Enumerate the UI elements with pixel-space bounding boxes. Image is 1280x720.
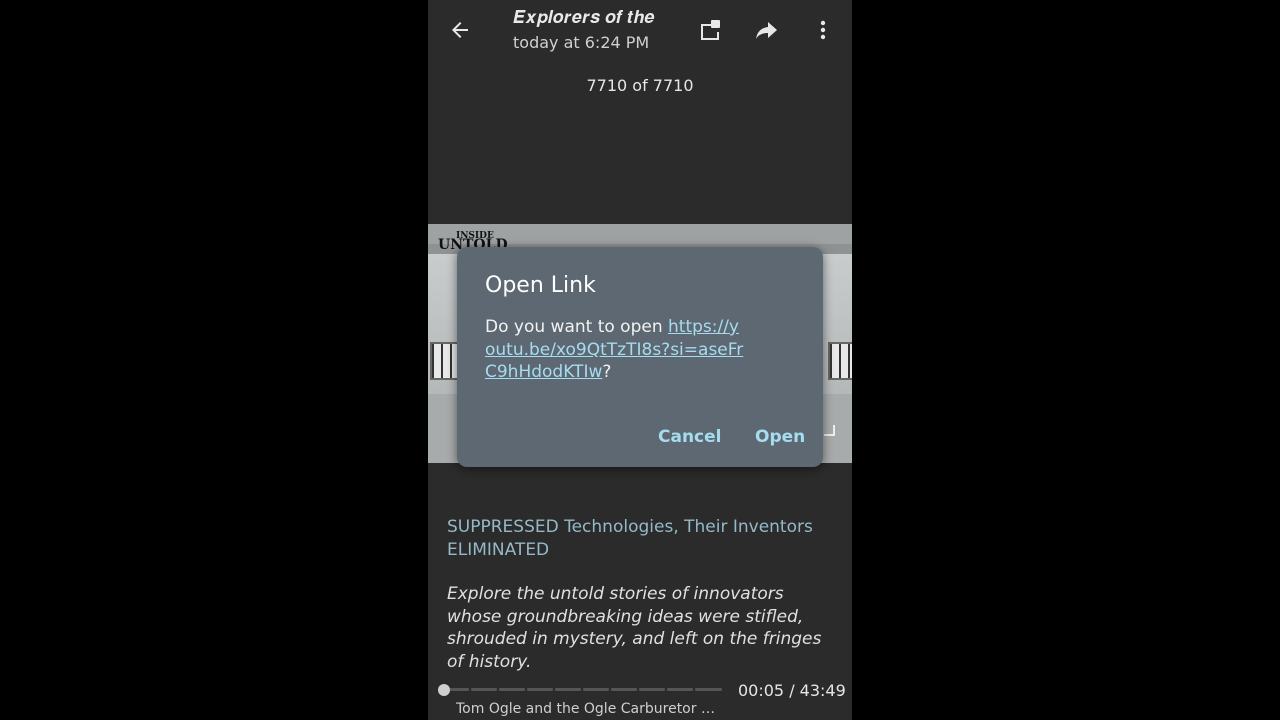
progress-scrubber-handle[interactable] <box>438 684 450 696</box>
playback-progress-bar[interactable] <box>445 686 723 692</box>
progress-segment <box>667 688 693 691</box>
video-title-link[interactable]: SUPPRESSED Technologies, Their Inventors… <box>447 516 837 561</box>
open-button[interactable]: Open <box>755 427 805 447</box>
chat-title: 𝑬𝒙𝒑𝒍𝒐𝒓𝒆𝒓𝒔 𝒐𝒇 𝒕𝒉𝒆 <box>513 7 655 27</box>
back-button[interactable] <box>442 12 478 48</box>
picture-in-picture-button[interactable] <box>692 12 728 48</box>
playback-time: 00:05 / 43:49 <box>738 681 846 700</box>
more-options-button[interactable] <box>805 12 841 48</box>
top-app-bar: 𝑬𝒙𝒑𝒍𝒐𝒓𝒆𝒓𝒔 𝒐𝒇 𝒕𝒉𝒆 today at 6:24 PM <box>428 0 852 60</box>
progress-segment <box>555 688 581 691</box>
progress-segment <box>527 688 553 691</box>
share-arrow-icon <box>756 22 777 39</box>
progress-segment <box>611 688 637 691</box>
progress-segment <box>695 688 722 691</box>
message-timestamp: today at 6:24 PM <box>513 33 650 52</box>
chapter-caption: Tom Ogle and the Ogle Carburetor (197… <box>456 701 716 717</box>
picture-in-picture-icon <box>701 20 720 40</box>
progress-segment <box>639 688 665 691</box>
share-button[interactable] <box>749 12 785 48</box>
phone-screen: 𝑬𝒙𝒑𝒍𝒐𝒓𝒆𝒓𝒔 𝒐𝒇 𝒕𝒉𝒆 today at 6:24 PM 7710 o… <box>428 0 852 720</box>
video-description: Explore the untold stories of innovators… <box>447 584 822 672</box>
dialog-prompt: Do you want to open <box>485 317 668 337</box>
video-frame-window <box>828 342 852 380</box>
dialog-title: Open Link <box>485 273 596 298</box>
fullscreen-icon[interactable] <box>824 425 835 436</box>
cancel-button[interactable]: Cancel <box>658 427 721 447</box>
dialog-prompt-suffix: ? <box>602 362 612 382</box>
dialog-message: Do you want to open https://youtu.be/xo9… <box>485 316 745 384</box>
more-vertical-icon <box>820 20 826 40</box>
progress-segment <box>583 688 609 691</box>
open-link-dialog: Open Link Do you want to open https://yo… <box>457 247 823 467</box>
progress-segment <box>499 688 525 691</box>
progress-segment <box>471 688 497 691</box>
arrow-left-icon <box>452 22 468 38</box>
media-counter: 7710 of 7710 <box>586 76 694 95</box>
